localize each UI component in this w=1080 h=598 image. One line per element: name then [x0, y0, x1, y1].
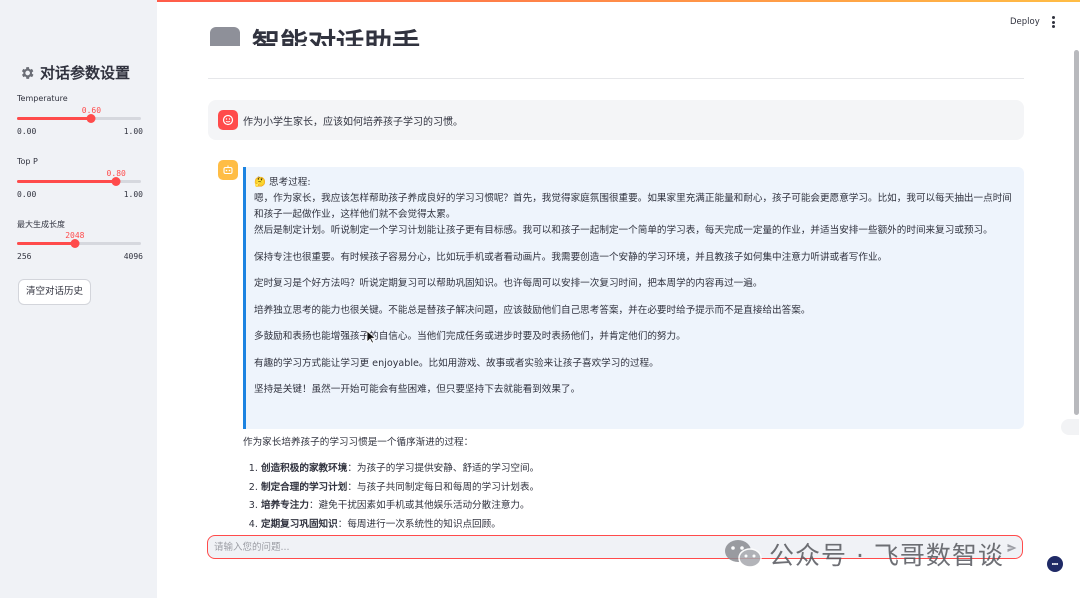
- slider-max: 1.00: [123, 190, 143, 199]
- scrollbar[interactable]: [1074, 50, 1079, 415]
- thinking-heading-text: 思考过程:: [269, 177, 311, 188]
- page-title-text: 智能对话助手: [252, 27, 421, 46]
- robot-icon: [210, 27, 240, 46]
- thinking-paragraph: 嗯，作为家长，我应该怎样帮助孩子养成良好的学习习惯呢？首先，我觉得家庭氛围很重要…: [254, 193, 1012, 236]
- list-item-text: ：每周进行一次系统性的知识点回顾。: [337, 518, 501, 529]
- slider-fill: [17, 117, 92, 120]
- sidebar-title: 对话参数设置: [19, 62, 130, 83]
- slider-thumb[interactable]: [70, 239, 80, 248]
- thinking-paragraph: 坚持是关键！虽然一开始可能会有些困难，但只要坚持下去就能看到效果了。: [254, 384, 581, 395]
- temperature-slider[interactable]: Temperature 0.60 0.00 1.00: [17, 94, 143, 144]
- user-message-text: 作为小学生家长，应该如何培养孩子学习的习惯。: [243, 117, 463, 128]
- slider-thumb[interactable]: [86, 114, 96, 123]
- slider-label: 最大生成长度: [17, 220, 65, 229]
- send-icon[interactable]: [1006, 542, 1018, 554]
- slider-min: 0.00: [17, 127, 37, 136]
- top-decoration-bar: [0, 0, 1080, 2]
- sidebar: 对话参数设置 Temperature 0.60 0.00 1.00 Top P …: [0, 0, 157, 598]
- slider-label: Top P: [17, 157, 38, 166]
- max-length-slider[interactable]: 最大生成长度 2048 256 4096: [17, 219, 143, 269]
- slider-fill: [17, 242, 75, 245]
- slider-fill: [17, 180, 117, 183]
- thinking-emoji: 🤔: [254, 177, 266, 188]
- more-menu-icon[interactable]: [1051, 16, 1056, 28]
- list-item: 制定合理的学习计划：与孩子共同制定每日和每周的学习计划表。: [261, 479, 1013, 498]
- list-item: 定期复习巩固知识：每周进行一次系统性的知识点回顾。: [261, 516, 1013, 529]
- thinking-paragraph: 定时复习是个好方法吗？听说定期复习可以帮助巩固知识。也许每周可以安排一次复习时间…: [254, 278, 763, 289]
- leaf-icon[interactable]: [1061, 419, 1079, 435]
- list-item-text: ：与孩子共同制定每日和每周的学习计划表。: [347, 481, 540, 493]
- list-item-title: 定期复习巩固知识: [261, 518, 338, 529]
- list-item-title: 培养专注力: [261, 500, 309, 511]
- list-item-text: ：为孩子的学习提供安静、舒适的学习空间。: [347, 463, 540, 474]
- watermark: 公众号 · 飞哥数智谈: [723, 536, 1004, 572]
- slider-min: 0.00: [17, 190, 37, 199]
- assistant-answer: 作为家长培养孩子的学习习惯是一个循序渐进的过程： 创造积极的家教环境：为孩子的学…: [243, 436, 1013, 528]
- face-icon: [222, 114, 234, 126]
- top-p-slider[interactable]: Top P 0.80 0.00 1.00: [17, 157, 143, 207]
- gear-icon: [21, 66, 34, 79]
- divider: [208, 78, 1024, 79]
- slider-label: Temperature: [17, 94, 68, 103]
- robot-icon: [223, 165, 233, 175]
- assistant-avatar-icon: [218, 160, 238, 180]
- list-item: 培养专注力：避免干扰因素如手机或其他娱乐活动分散注意力。: [261, 497, 1013, 516]
- page-title: 智能对话助手: [210, 16, 510, 46]
- slider-track[interactable]: [17, 177, 141, 186]
- chat-bubble-icon[interactable]: [1047, 556, 1063, 572]
- dots-icon: [1051, 562, 1059, 566]
- answer-intro: 作为家长培养孩子的学习习惯是一个循序渐进的过程：: [243, 437, 474, 448]
- mouse-cursor-icon: [366, 330, 376, 344]
- slider-max: 1.00: [123, 127, 143, 136]
- thinking-heading: 🤔 思考过程:: [254, 175, 1016, 191]
- user-message: 作为小学生家长，应该如何培养孩子学习的习惯。: [208, 100, 1024, 140]
- list-item-title: 创造积极的家教环境: [261, 463, 348, 474]
- slider-min: 256: [17, 252, 32, 261]
- slider-max: 4096: [123, 252, 143, 261]
- thinking-paragraph: 保持专注也很重要。有时候孩子容易分心，比如玩手机或者看动画片。我需要创造一个安静…: [254, 251, 888, 263]
- slider-track[interactable]: [17, 114, 141, 123]
- slider-thumb[interactable]: [111, 177, 121, 186]
- deploy-button[interactable]: Deploy: [1010, 17, 1040, 27]
- list-item: 创造积极的家教环境：为孩子的学习提供安静、舒适的学习空间。: [261, 460, 1013, 479]
- watermark-text: 公众号 · 飞哥数智谈: [769, 541, 1004, 570]
- user-avatar-icon: [218, 110, 238, 130]
- list-item-text: ：避免干扰因素如手机或其他娱乐活动分散注意力。: [308, 500, 530, 511]
- thinking-box: 🤔 思考过程: 嗯，作为家长，我应该怎样帮助孩子养成良好的学习习惯呢？首先，我觉…: [243, 167, 1024, 429]
- wechat-icon: [725, 540, 762, 568]
- thinking-paragraph: 有趣的学习方式能让学习更 enjoyable。比如用游戏、故事或者实验来让孩子喜…: [254, 357, 659, 369]
- answer-list: 创造积极的家教环境：为孩子的学习提供安静、舒适的学习空间。 制定合理的学习计划：…: [243, 460, 1013, 528]
- sidebar-title-text: 对话参数设置: [40, 64, 131, 82]
- clear-history-button[interactable]: 清空对话历史: [18, 279, 92, 305]
- slider-track[interactable]: [17, 239, 141, 248]
- thinking-paragraph: 培养独立思考的能力也很关键。不能总是替孩子解决问题，应该鼓励他们自己思考答案，并…: [254, 304, 811, 316]
- list-item-title: 制定合理的学习计划: [261, 481, 348, 493]
